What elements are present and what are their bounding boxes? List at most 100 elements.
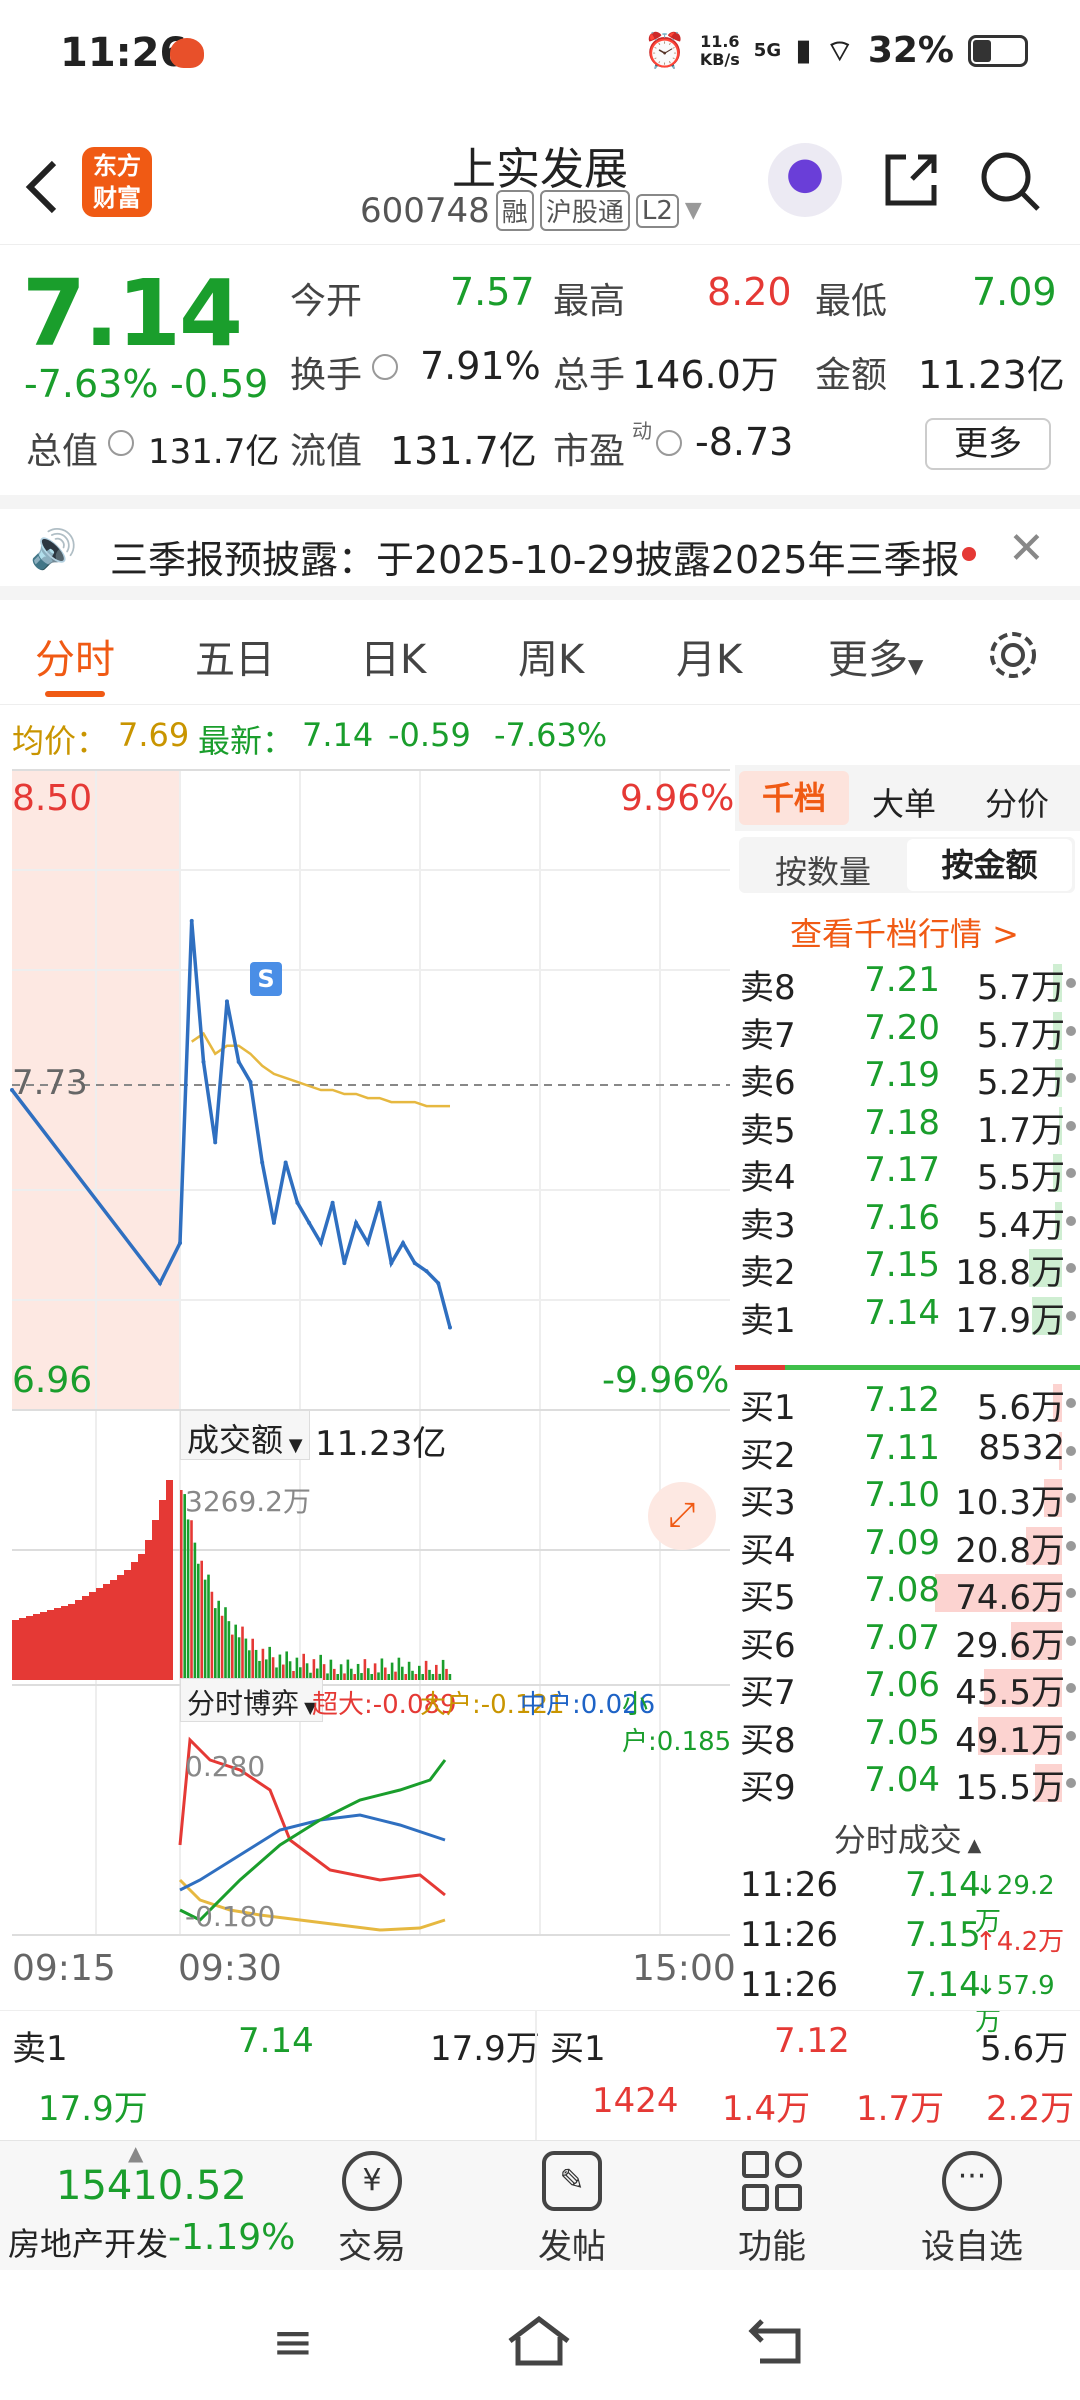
tag-level2: L2 (635, 193, 679, 228)
volume-bar (380, 1658, 384, 1680)
back-nav-icon[interactable] (748, 2315, 808, 2367)
volume-bar (12, 1620, 19, 1680)
flow-selector[interactable]: 分时博弈 ▼ (180, 1678, 324, 1722)
ask-row[interactable]: 卖5 7.18 1.7万 (735, 1103, 1080, 1151)
level-volume: 5.4万 (976, 1205, 1065, 1246)
volume-bar (435, 1664, 438, 1680)
y-mid-label: 7.73 (12, 1063, 88, 1103)
bid-row[interactable]: 买8 7.05 49.1万 (735, 1713, 1080, 1761)
assistant-robot-icon[interactable] (768, 143, 842, 217)
avg-label: 均价： (12, 722, 109, 760)
settings-gear-icon[interactable] (985, 627, 1041, 683)
bid-row[interactable]: 买1 7.12 5.6万 (735, 1380, 1080, 1428)
ask-row[interactable]: 卖6 7.19 5.2万 (735, 1055, 1080, 1103)
volume-bar (166, 1480, 173, 1680)
nav-add-watchlist-label: 设自选 (921, 2227, 1023, 2267)
trade-time: 11:26 (740, 1865, 838, 1905)
buy1-sub-1: 1424 (592, 2081, 679, 2121)
level-price: 7.17 (864, 1150, 940, 1190)
trade-time: 11:26 (740, 1965, 838, 2005)
info-icon[interactable] (108, 430, 134, 456)
price-point (178, 1240, 182, 1245)
share-icon[interactable] (880, 149, 942, 211)
tab-five-day[interactable]: 五日 (195, 627, 275, 685)
amount-selector[interactable]: 成交额 ▼ (180, 1410, 310, 1460)
book-tab-price[interactable]: 分价 (985, 779, 1049, 825)
bid-row[interactable]: 买3 7.10 10.3万 (735, 1475, 1080, 1523)
net-speed-unit: KB/s (699, 49, 740, 69)
buy1-vol: 5.6万 (980, 2029, 1069, 2069)
nav-trade[interactable]: ¥ 交易 (302, 2151, 442, 2268)
info-icon[interactable] (656, 430, 682, 456)
volume-bar (138, 1554, 145, 1680)
price-point (330, 1200, 335, 1205)
level1-divider (535, 2011, 537, 2141)
nav-functions[interactable]: 功能 (702, 2151, 842, 2268)
volume-bar (244, 1638, 248, 1680)
level-volume: 10.3万 (955, 1483, 1065, 1523)
s-marker[interactable]: S (250, 962, 282, 996)
level-volume: 74.6万 (955, 1578, 1065, 1618)
tab-intraday[interactable]: 分时 (35, 627, 115, 685)
sell1-vol: 17.9万 (430, 2029, 540, 2069)
bid-row[interactable]: 买2 7.11 8532 (735, 1428, 1080, 1476)
flow-top-label: 0.280 (185, 1750, 266, 1783)
info-icon[interactable] (372, 354, 398, 380)
ask-row[interactable]: 卖7 7.20 5.7万 (735, 1008, 1080, 1056)
volume-bar (214, 1608, 217, 1680)
bid-row[interactable]: 买9 7.04 15.5万 (735, 1760, 1080, 1808)
trades-header[interactable]: 分时成交 ▲ (735, 1815, 1080, 1861)
ask-row[interactable]: 卖8 7.21 5.7万 (735, 960, 1080, 1008)
volume-bar (47, 1610, 54, 1680)
level-label: 买5 (740, 1578, 796, 1618)
book-tab-bigorder[interactable]: 大单 (872, 779, 936, 825)
volume-bar (326, 1673, 329, 1680)
nav-add-watchlist[interactable]: ··· 设自选 (902, 2151, 1042, 2268)
dot-icon (1066, 1730, 1076, 1741)
level-label: 卖1 (740, 1300, 796, 1341)
volume-bar (186, 1519, 190, 1680)
home-icon[interactable] (506, 2315, 572, 2367)
bid-row[interactable]: 买6 7.07 29.6万 (735, 1618, 1080, 1666)
tab-more[interactable]: 更多▼ (828, 627, 923, 685)
search-icon[interactable] (978, 149, 1044, 215)
bid-row[interactable]: 买5 7.08 74.6万 (735, 1570, 1080, 1618)
subtab-by-amount[interactable]: 按金额 (907, 839, 1072, 891)
tab-daily-k[interactable]: 日K (360, 627, 426, 685)
ask-row[interactable]: 卖2 7.15 18.8万 (735, 1245, 1080, 1293)
book-tab-depth[interactable]: 千档 (739, 771, 849, 825)
tab-weekly-k[interactable]: 周K (518, 627, 584, 685)
view-depth-link[interactable]: 查看千档行情 > (790, 909, 1019, 955)
buy1-label: 买1 (550, 2029, 606, 2069)
dropdown-icon[interactable]: ▼ (685, 198, 702, 223)
volume-bar (271, 1657, 275, 1680)
notice-bar[interactable]: 🔊 三季报预披露：于2025-10-29披露2025年三季报 ✕ (0, 495, 1080, 600)
low-value: 7.09 (972, 270, 1057, 314)
amount-total: 11.23亿 (315, 1424, 447, 1464)
volume-bar (33, 1614, 40, 1680)
ask-row[interactable]: 卖4 7.17 5.5万 (735, 1150, 1080, 1198)
ask-row[interactable]: 卖1 7.14 17.9万 (735, 1293, 1080, 1341)
buy1-sub-4: 2.2万 (986, 2089, 1075, 2129)
expand-icon[interactable]: ⤢ (648, 1482, 716, 1550)
close-icon[interactable]: ✕ (1008, 523, 1045, 574)
bid-row[interactable]: 买4 7.09 20.8万 (735, 1523, 1080, 1571)
bid-row[interactable]: 买7 7.06 45.5万 (735, 1665, 1080, 1713)
intraday-chart[interactable]: 8.50 9.96% 7.73 6.96 -9.96% S 成交额 ▼ 11.2… (0, 760, 736, 2000)
price-point (283, 1160, 288, 1165)
price-point (295, 1200, 300, 1205)
buy1-price: 7.12 (774, 2021, 850, 2061)
volume-bar (217, 1600, 220, 1680)
caret-up-icon: ▲ (128, 2141, 144, 2165)
buy1-sub-2: 1.4万 (722, 2089, 811, 2129)
subtab-by-quantity[interactable]: 按数量 (775, 847, 871, 893)
volume-bar (190, 1520, 193, 1680)
tab-monthly-k[interactable]: 月K (676, 627, 742, 685)
nav-post[interactable]: ✎ 发帖 (502, 2151, 642, 2268)
ask-row[interactable]: 卖3 7.16 5.4万 (735, 1198, 1080, 1246)
volume-bar (285, 1651, 288, 1680)
menu-icon[interactable]: ≡ (272, 2313, 314, 2371)
price-point (377, 1200, 382, 1205)
more-button[interactable]: 更多 (925, 418, 1051, 470)
index-ticker[interactable]: ▲ 15410.52 房地产开发 -1.19% (0, 2141, 300, 2271)
